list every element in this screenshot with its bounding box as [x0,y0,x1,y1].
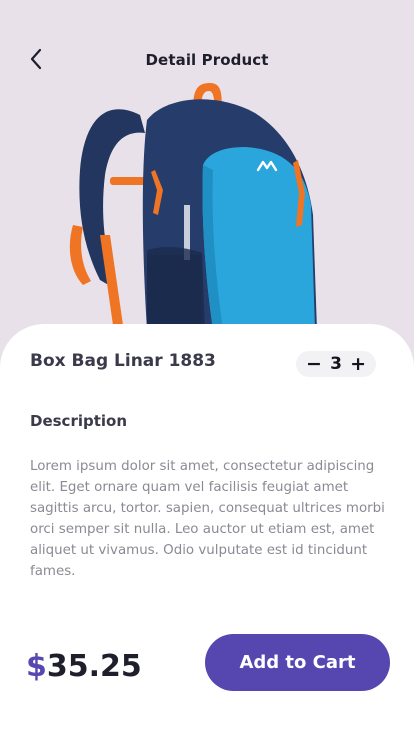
description-text: Lorem ipsum dolor sit amet, consectetur … [30,459,385,579]
quantity-value: 3 [330,354,342,374]
quantity-stepper: − 3 + [296,351,376,377]
price-currency: $ [26,649,47,684]
increment-button[interactable]: + [350,351,366,377]
product-card: Box Bag Linar 1883 − 3 + Description Lor… [0,324,414,744]
add-to-cart-button[interactable]: Add to Cart [205,634,390,691]
product-name: Box Bag Linar 1883 [30,351,216,371]
price-value: 35.25 [46,649,142,684]
product-image [69,83,317,330]
decrement-button[interactable]: − [306,351,322,377]
price: $35.25 [26,649,142,684]
page-title: Detail Product [145,51,269,69]
description-title: Description [30,412,128,430]
